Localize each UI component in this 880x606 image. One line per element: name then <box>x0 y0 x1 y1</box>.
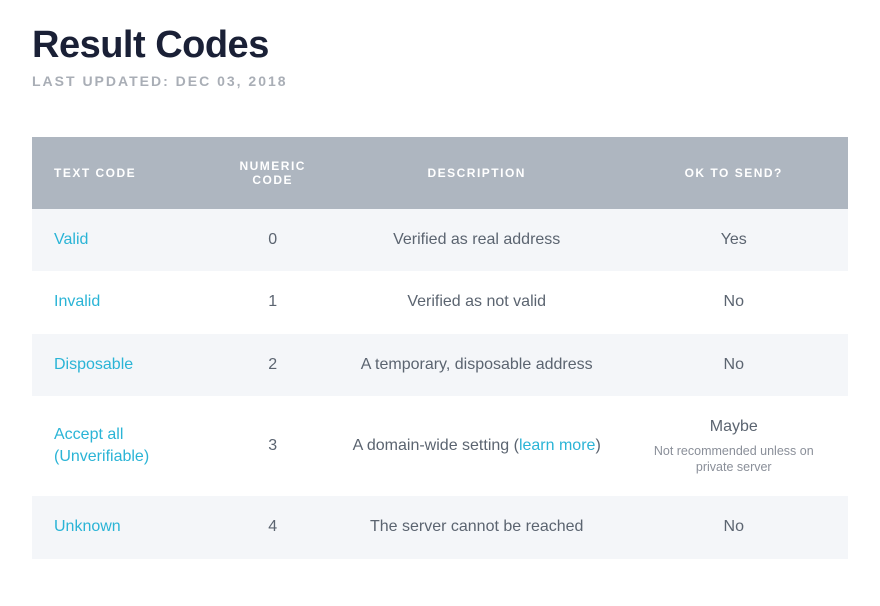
description-cell: A temporary, disposable address <box>334 334 620 396</box>
ok-note: Not recommended unless on private server <box>634 443 835 477</box>
header-numeric-code: NUMERIC CODE <box>212 137 334 209</box>
numeric-code-cell: 1 <box>212 271 334 333</box>
page-title: Result Codes <box>32 24 848 67</box>
numeric-code-cell: 3 <box>212 396 334 496</box>
numeric-code-cell: 2 <box>212 334 334 396</box>
result-codes-table: TEXT CODE NUMERIC CODE DESCRIPTION OK TO… <box>32 137 848 559</box>
ok-to-send-cell: No <box>620 271 849 333</box>
ok-to-send-cell: No <box>620 334 849 396</box>
last-updated-label: LAST UPDATED: <box>32 73 170 89</box>
description-link[interactable]: learn more <box>519 437 595 454</box>
ok-to-send-cell: Yes <box>620 209 849 271</box>
table-row: Unknown 4 The server cannot be reached N… <box>32 496 848 558</box>
text-code-link[interactable]: Unknown <box>54 518 121 535</box>
text-code-link[interactable]: Invalid <box>54 293 100 310</box>
header-description: DESCRIPTION <box>334 137 620 209</box>
description-cell: A domain-wide setting (learn more) <box>334 396 620 496</box>
description-cell: The server cannot be reached <box>334 496 620 558</box>
text-code-link[interactable]: Valid <box>54 231 88 248</box>
text-code-link[interactable]: Accept all (Unverifiable) <box>54 426 149 465</box>
table-row: Accept all (Unverifiable) 3 A domain-wid… <box>32 396 848 496</box>
ok-to-send-cell: MaybeNot recommended unless on private s… <box>620 396 849 496</box>
table-row: Valid 0 Verified as real address Yes <box>32 209 848 271</box>
numeric-code-cell: 0 <box>212 209 334 271</box>
description-cell: Verified as not valid <box>334 271 620 333</box>
table-row: Invalid 1 Verified as not valid No <box>32 271 848 333</box>
numeric-code-cell: 4 <box>212 496 334 558</box>
ok-to-send-cell: No <box>620 496 849 558</box>
table-header-row: TEXT CODE NUMERIC CODE DESCRIPTION OK TO… <box>32 137 848 209</box>
last-updated: LAST UPDATED: DEC 03, 2018 <box>32 73 848 89</box>
table-row: Disposable 2 A temporary, disposable add… <box>32 334 848 396</box>
text-code-link[interactable]: Disposable <box>54 356 133 373</box>
description-cell: Verified as real address <box>334 209 620 271</box>
last-updated-date: DEC 03, 2018 <box>176 73 288 89</box>
header-text-code: TEXT CODE <box>32 137 212 209</box>
header-ok-to-send: OK TO SEND? <box>620 137 849 209</box>
